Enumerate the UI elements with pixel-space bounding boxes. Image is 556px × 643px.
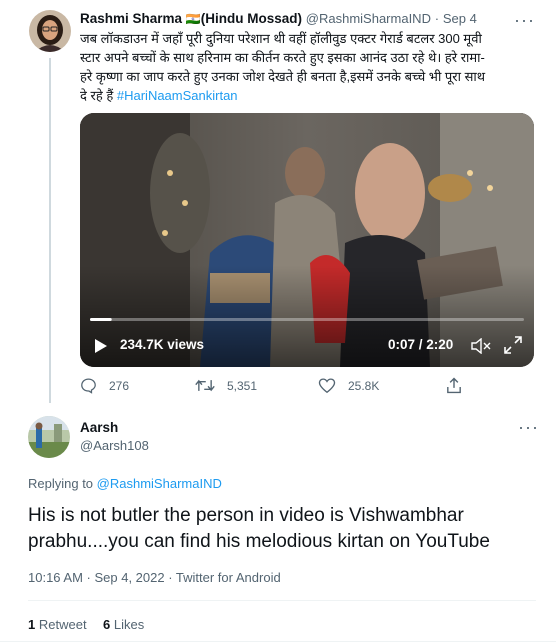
divider xyxy=(28,600,536,601)
mute-icon[interactable] xyxy=(471,338,491,354)
retweet-action[interactable]: 5,351 xyxy=(195,377,257,394)
more-icon[interactable]: ··· xyxy=(514,11,535,29)
retweet-stat[interactable]: 1 Retweet xyxy=(28,617,87,632)
retweet-stat-label: Retweet xyxy=(38,617,87,632)
replying-to-handle[interactable]: @RashmiSharmaIND xyxy=(97,476,222,491)
reply-count: 276 xyxy=(109,378,130,393)
retweet-stat-count: 1 xyxy=(28,617,36,632)
like-action[interactable]: 25.8K xyxy=(318,377,379,394)
user-handle[interactable]: @Aarsh108 xyxy=(80,438,149,453)
like-count: 25.8K xyxy=(348,378,380,393)
tweet-date[interactable]: Sep 4 xyxy=(443,11,477,26)
like-icon xyxy=(318,378,336,394)
play-icon[interactable] xyxy=(94,338,108,354)
reply-text-line: prabhu....you can find his melodious kir… xyxy=(28,531,490,552)
retweet-icon xyxy=(195,379,215,392)
more-icon[interactable]: ··· xyxy=(518,418,539,436)
reply-icon xyxy=(81,378,96,394)
video-frame xyxy=(80,113,534,367)
video-player[interactable]: 234.7K views 0:07 / 2:20 xyxy=(80,113,534,367)
fullscreen-icon[interactable] xyxy=(504,336,522,354)
avatar[interactable] xyxy=(29,10,71,52)
video-progress-fill xyxy=(90,318,112,321)
reply-text-line: His is not butler the person in video is… xyxy=(28,505,464,526)
flag-emoji: 🇮🇳 xyxy=(185,12,201,26)
reply-author: Aarsh @Aarsh108 xyxy=(80,420,149,453)
separator: · xyxy=(434,11,440,26)
likes-stat-label: Likes xyxy=(113,617,145,632)
video-views: 234.7K views xyxy=(120,337,205,352)
likes-stat-count: 6 xyxy=(103,617,111,632)
tweet-text-line: जब लॉकडाउन में जहाँ पूरी दुनिया परेशान थ… xyxy=(80,31,482,46)
likes-stat[interactable]: 6 Likes xyxy=(103,617,144,632)
divider xyxy=(0,641,556,642)
tweet-text-line: स्टार अपने बच्चों के साथ हरिनाम का कीर्त… xyxy=(80,50,485,65)
reply-action[interactable]: 276 xyxy=(80,377,129,394)
display-name-suffix: (Hindu Mossad) xyxy=(200,11,303,26)
share-icon[interactable] xyxy=(446,377,462,394)
replying-to: Replying to @RashmiSharmaIND xyxy=(28,476,222,491)
display-name[interactable]: Rashmi Sharma xyxy=(80,11,182,26)
replying-to-label: Replying to xyxy=(28,476,94,491)
video-time: 0:07 / 2:20 xyxy=(388,337,454,352)
tweet-header: Rashmi Sharma 🇮🇳(Hindu Mossad) @RashmiSh… xyxy=(80,11,477,26)
user-handle[interactable]: @RashmiSharmaIND xyxy=(306,11,431,26)
thread-line xyxy=(49,58,51,403)
tweet-text: जब लॉकडाउन में जहाँ पूरी दुनिया परेशान थ… xyxy=(80,29,540,105)
reply-text: His is not butler the person in video is… xyxy=(28,503,490,555)
display-name[interactable]: Aarsh xyxy=(80,420,149,435)
reply-timestamp[interactable]: 10:16 AM · Sep 4, 2022 · Twitter for And… xyxy=(28,570,281,585)
tweet-text-line: हरे कृष्णा का जाप करते हुए उनका जोश देखत… xyxy=(80,69,486,84)
tweet-text-line: दे रहे हैं xyxy=(80,88,114,103)
hashtag-link[interactable]: #HariNaamSankirtan xyxy=(117,88,238,103)
retweet-count: 5,351 xyxy=(227,378,258,393)
avatar[interactable] xyxy=(28,416,70,458)
